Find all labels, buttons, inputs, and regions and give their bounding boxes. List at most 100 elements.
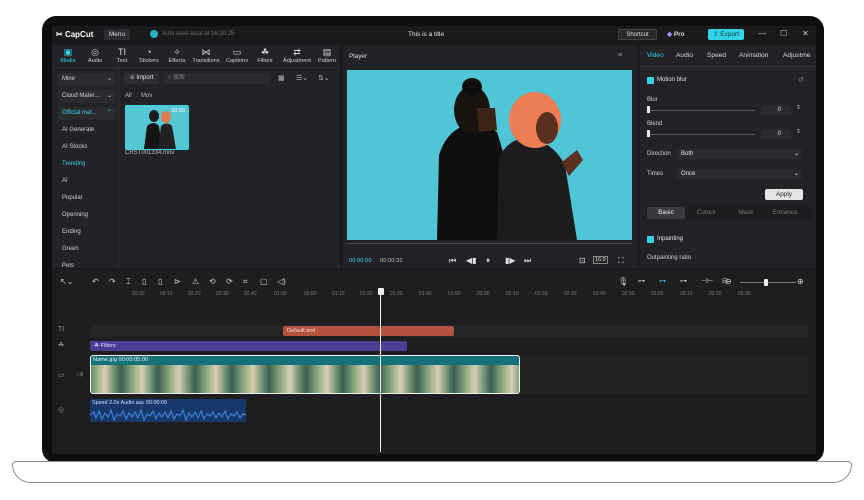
dropdown-official[interactable]: Official mat... ⌃: [58, 107, 116, 120]
grid-view-icon[interactable]: ▦: [278, 74, 285, 82]
sidebar-item-trending[interactable]: Trending: [58, 158, 116, 171]
toolbar-audio[interactable]: ◎ Audio: [81, 47, 109, 64]
blend-slider-handle[interactable]: [647, 130, 650, 137]
sidebar-item-ai-generate[interactable]: AI Generate: [58, 124, 116, 137]
list-view-icon[interactable]: ☰⌄: [296, 74, 308, 82]
skip-start-icon[interactable]: ⏮: [449, 256, 456, 266]
shortcut-button[interactable]: Shortcut: [618, 29, 657, 40]
split-icon[interactable]: ⌶: [126, 277, 131, 287]
fullscreen-crop-icon[interactable]: ⊡: [579, 256, 586, 265]
zoom-slider-handle[interactable]: [764, 279, 768, 286]
toolbar-media[interactable]: ▣ Media: [54, 47, 82, 64]
freeze-icon[interactable]: ⊳: [174, 277, 181, 286]
dropdown-mine[interactable]: Mine ⌄: [58, 73, 116, 86]
rotate-icon[interactable]: ⟲: [209, 277, 216, 286]
tab-mov[interactable]: Mov: [141, 93, 152, 99]
filter-clip[interactable]: ☘ Filters: [90, 341, 407, 351]
blur-slider-handle[interactable]: [647, 106, 650, 113]
toolbar-pattern[interactable]: ▤ Pattern: [313, 47, 341, 64]
tab-audio[interactable]: Audio: [676, 52, 693, 59]
media-search-input[interactable]: ⌕ 搜索: [164, 73, 270, 84]
tab-all[interactable]: All: [125, 93, 132, 99]
project-title[interactable]: This is a title: [408, 31, 444, 38]
sidebar-item-popular[interactable]: Popular: [58, 192, 116, 205]
segment-basic[interactable]: Basic: [647, 207, 685, 219]
direction-select[interactable]: Both ⌄: [677, 149, 802, 159]
text-clip[interactable]: Default text: [283, 326, 454, 336]
chain-icon[interactable]: ⊶: [680, 277, 687, 285]
delete-left-icon[interactable]: ▯: [142, 277, 146, 286]
toolbar-captions[interactable]: ▭ Captions: [223, 47, 251, 64]
microphone-icon[interactable]: 🎙︎: [618, 277, 628, 286]
fullscreen-icon[interactable]: ⛶: [618, 256, 624, 266]
link-icon[interactable]: ⊶: [638, 277, 645, 285]
tab-animation[interactable]: Animation: [739, 52, 768, 59]
undo-icon[interactable]: ↶: [92, 277, 99, 286]
mute-track-icon[interactable]: ◁x: [76, 371, 84, 378]
close-icon[interactable]: ✕: [802, 29, 809, 38]
pause-icon[interactable]: ⏸: [486, 256, 490, 266]
sidebar-item-ai[interactable]: AI: [58, 175, 116, 188]
audio-clip[interactable]: Speed 2.0x Audio.aac 00:00:00: [90, 399, 246, 422]
skip-end-icon[interactable]: ⏭: [524, 256, 531, 266]
playhead-line[interactable]: [380, 294, 381, 452]
loop-icon[interactable]: ⟳: [226, 277, 233, 286]
delete-right-icon[interactable]: ▯: [158, 277, 162, 286]
blur-value-input[interactable]: 0: [761, 105, 791, 115]
export-button[interactable]: ⇪ Export: [708, 29, 744, 40]
zoom-slider[interactable]: [740, 282, 796, 283]
player-menu-icon[interactable]: ≡: [618, 52, 622, 59]
sidebar-item-ending[interactable]: Ending: [58, 226, 116, 239]
blend-value-input[interactable]: 0: [761, 129, 791, 139]
reset-icon[interactable]: ↺: [798, 76, 804, 84]
snap-icon[interactable]: ⊣⊢: [701, 277, 713, 285]
aspect-ratio-button[interactable]: 16:9: [593, 256, 608, 264]
cover-icon[interactable]: ▭: [58, 371, 65, 379]
toolbar-adjustment[interactable]: ⇄ Adjustment: [281, 47, 313, 64]
crop-icon[interactable]: ⌗: [243, 277, 248, 287]
sidebar-item-openning[interactable]: Openning: [58, 209, 116, 222]
minimize-icon[interactable]: —: [758, 29, 766, 38]
magnet-icon[interactable]: ⊶: [659, 277, 666, 285]
sidebar-item-ai-stocks[interactable]: AI Stocks: [58, 141, 116, 154]
toolbar-effects[interactable]: ✧ Effects: [163, 47, 191, 64]
sidebar-item-green[interactable]: Green: [58, 243, 116, 256]
tab-adjustment[interactable]: Adjustme: [783, 52, 811, 59]
playhead-handle[interactable]: [378, 288, 384, 295]
player-scrubber[interactable]: [347, 243, 632, 244]
segment-enhance[interactable]: Enhance: [766, 207, 804, 219]
redo-icon[interactable]: ↷: [109, 277, 116, 286]
blend-slider[interactable]: [647, 134, 755, 135]
import-button[interactable]: ⊕ Import: [124, 73, 159, 84]
toolbar-transitions[interactable]: ⋈ Transitions: [192, 47, 220, 64]
video-clip[interactable]: Name.jpg 00:00:05:00: [90, 355, 520, 394]
zoom-in-icon[interactable]: ⊕: [797, 277, 804, 286]
toolbar-text[interactable]: TI Text: [108, 47, 136, 64]
dropdown-cloud[interactable]: Cloud Mater... ⌄: [58, 90, 116, 103]
volume-icon[interactable]: ◁): [277, 277, 286, 286]
motion-blur-checkbox[interactable]: [647, 77, 654, 84]
warning-icon[interactable]: ⚠: [192, 277, 199, 286]
inpainting-checkbox[interactable]: [647, 236, 654, 243]
sort-icon[interactable]: ⇅⌄: [318, 74, 330, 82]
frame-icon[interactable]: ▢: [260, 277, 268, 286]
segment-cutout[interactable]: Cutout: [687, 207, 725, 219]
stepper-icon[interactable]: ⇕: [796, 104, 801, 111]
apply-button[interactable]: Apply: [765, 189, 803, 200]
pro-badge[interactable]: ◆ Pro: [667, 30, 685, 38]
stepper-icon[interactable]: ⇕: [796, 128, 801, 135]
times-select[interactable]: Once ⌄: [677, 169, 802, 179]
blur-slider[interactable]: [647, 110, 755, 111]
toolbar-stickers[interactable]: ◔ Stickers: [135, 47, 163, 64]
media-thumbnail[interactable]: 00:05: [125, 105, 189, 150]
select-tool-icon[interactable]: ↖⌄: [60, 277, 73, 286]
maximize-icon[interactable]: ☐: [780, 29, 787, 38]
tab-video[interactable]: Video: [647, 52, 664, 59]
menu-button[interactable]: Menu: [104, 29, 130, 40]
tab-speed[interactable]: Speed: [707, 52, 726, 59]
toolbar-filters[interactable]: ☘ Filters: [251, 47, 279, 64]
step-forward-icon[interactable]: ▮▶: [505, 256, 516, 265]
segment-mask[interactable]: Mask: [727, 207, 765, 219]
step-back-icon[interactable]: ◀▮: [466, 256, 477, 265]
zoom-out-icon[interactable]: ⊖: [725, 277, 732, 286]
